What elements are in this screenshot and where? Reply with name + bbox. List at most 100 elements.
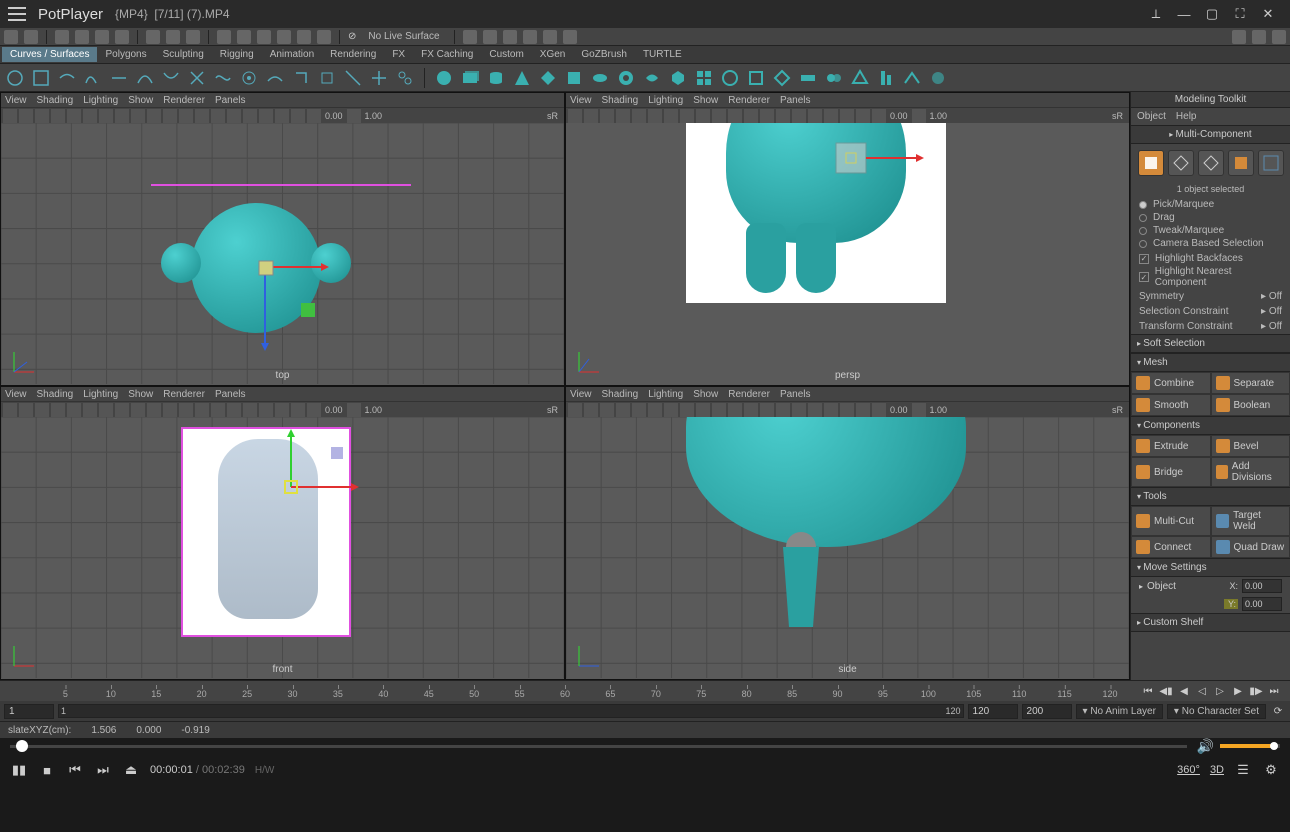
curve-tool-icon[interactable]: [134, 67, 156, 89]
vp-tool-icon[interactable]: [83, 109, 97, 123]
vp-menu-renderer[interactable]: Renderer: [163, 95, 205, 106]
range-total-input[interactable]: [1022, 704, 1072, 719]
curve-tool-icon[interactable]: [394, 67, 416, 89]
minimize-icon[interactable]: —: [1170, 0, 1198, 28]
vp-menu-lighting[interactable]: Lighting: [83, 389, 118, 400]
vp-tool-icon[interactable]: [3, 403, 17, 417]
seek-bar[interactable]: 🔊: [0, 738, 1290, 754]
tool-icon[interactable]: [543, 30, 557, 44]
settings-icon[interactable]: ⚙: [1262, 761, 1280, 779]
tool-bevel[interactable]: Bevel: [1211, 435, 1290, 457]
viewport-top[interactable]: ViewShadingLightingShowRendererPanels 0.…: [0, 92, 565, 386]
poly-primitive-icon[interactable]: [927, 67, 949, 89]
tool-icon[interactable]: [483, 30, 497, 44]
poly-primitive-icon[interactable]: [901, 67, 923, 89]
vp-tool-icon[interactable]: [760, 403, 774, 417]
tool-icon[interactable]: [217, 30, 231, 44]
vp-tool-icon[interactable]: [19, 403, 33, 417]
vp-menu-lighting[interactable]: Lighting: [648, 95, 683, 106]
vp-tool-icon[interactable]: [792, 109, 806, 123]
layout-icon[interactable]: [1272, 30, 1286, 44]
vp-tool-icon[interactable]: [3, 109, 17, 123]
vertex-mode-icon[interactable]: [1168, 150, 1194, 176]
vp-menu-shading[interactable]: Shading: [602, 95, 639, 106]
tool-add-divisions[interactable]: Add Divisions: [1211, 457, 1290, 487]
vp-menu-view[interactable]: View: [570, 389, 592, 400]
tool-icon[interactable]: [523, 30, 537, 44]
vp-menu-shading[interactable]: Shading: [37, 95, 74, 106]
vp-tool-icon[interactable]: [840, 403, 854, 417]
vp-tool-icon[interactable]: [243, 109, 257, 123]
vp-tool-icon[interactable]: [792, 403, 806, 417]
vp-tool-icon[interactable]: [584, 403, 598, 417]
multi-component-header[interactable]: Multi-Component: [1131, 125, 1290, 144]
tool-combine[interactable]: Combine: [1131, 372, 1211, 394]
poly-primitive-icon[interactable]: [511, 67, 533, 89]
step-fwd-icon[interactable]: ▶: [1230, 683, 1246, 699]
vp-tool-icon[interactable]: [808, 403, 822, 417]
curve-tool-icon[interactable]: [212, 67, 234, 89]
3d-button[interactable]: 3D: [1210, 761, 1224, 779]
vp-tool-icon[interactable]: [227, 109, 241, 123]
vp-tool-icon[interactable]: [600, 403, 614, 417]
prev-icon[interactable]: ⏮: [66, 761, 84, 779]
vp-menu-panels[interactable]: Panels: [215, 95, 246, 106]
vp-tool-icon[interactable]: [648, 109, 662, 123]
sel-mode-pick-marquee[interactable]: Pick/Marquee: [1139, 198, 1282, 211]
vp-tool-icon[interactable]: [147, 109, 161, 123]
curve-tool-icon[interactable]: [160, 67, 182, 89]
layout-icon[interactable]: [1252, 30, 1266, 44]
playlist-icon[interactable]: ☰: [1234, 761, 1252, 779]
curve-tool-icon[interactable]: [30, 67, 52, 89]
vp-tool-icon[interactable]: [912, 403, 926, 417]
vp-tool-icon[interactable]: [856, 403, 870, 417]
vp-tool-icon[interactable]: [243, 403, 257, 417]
stop-icon[interactable]: ■: [38, 761, 56, 779]
vp-tool-icon[interactable]: [211, 109, 225, 123]
poly-primitive-icon[interactable]: [771, 67, 793, 89]
vp-tool-icon[interactable]: [824, 109, 838, 123]
tool-target-weld[interactable]: Target Weld: [1211, 506, 1290, 536]
tool-icon[interactable]: [317, 30, 331, 44]
tool-icon[interactable]: [186, 30, 200, 44]
vp-tool-icon[interactable]: [35, 403, 49, 417]
vp-tool-icon[interactable]: [275, 109, 289, 123]
poly-primitive-icon[interactable]: [537, 67, 559, 89]
vp-tool-icon[interactable]: [840, 109, 854, 123]
shelf-tab-turtle[interactable]: TURTLE: [635, 47, 690, 62]
transform-constraint-value[interactable]: Off: [1269, 321, 1282, 332]
vp-tool-icon[interactable]: [115, 109, 129, 123]
vp-tool-icon[interactable]: [680, 109, 694, 123]
vp-tool-icon[interactable]: [856, 109, 870, 123]
tool-icon[interactable]: [503, 30, 517, 44]
vp-tool-icon[interactable]: [648, 403, 662, 417]
check-highlight-backfaces[interactable]: ✓Highlight Backfaces: [1131, 252, 1290, 265]
eject-icon[interactable]: ⏏: [122, 761, 140, 779]
tool-icon[interactable]: [257, 30, 271, 44]
vp-tool-icon[interactable]: [163, 403, 177, 417]
char-set-dropdown[interactable]: ▾ No Character Set: [1167, 704, 1266, 719]
vp-menu-show[interactable]: Show: [128, 95, 153, 106]
tool-icon[interactable]: [146, 30, 160, 44]
vp-tool-icon[interactable]: [195, 109, 209, 123]
mesh-header[interactable]: Mesh: [1131, 353, 1290, 372]
vp-tool-icon[interactable]: [211, 403, 225, 417]
vp-tool-icon[interactable]: [776, 109, 790, 123]
curve-tool-icon[interactable]: [108, 67, 130, 89]
vp-tool-icon[interactable]: [696, 403, 710, 417]
poly-primitive-icon[interactable]: [433, 67, 455, 89]
vp-tool-icon[interactable]: [291, 109, 305, 123]
vp-tool-icon[interactable]: [259, 403, 273, 417]
move-x-input[interactable]: [1242, 579, 1282, 593]
range-slider[interactable]: 1 120: [58, 704, 964, 718]
vp-tool-icon[interactable]: [568, 109, 582, 123]
vp-tool-icon[interactable]: [632, 403, 646, 417]
vp-tool-icon[interactable]: [179, 109, 193, 123]
pin-icon[interactable]: ⟂: [1142, 0, 1170, 28]
next-icon[interactable]: ⏭: [94, 761, 112, 779]
volume-icon[interactable]: 🔊: [1197, 738, 1214, 755]
object-mode-icon[interactable]: [1138, 150, 1164, 176]
poly-primitive-icon[interactable]: [875, 67, 897, 89]
vp-tool-icon[interactable]: [115, 403, 129, 417]
vp-tool-icon[interactable]: [35, 109, 49, 123]
